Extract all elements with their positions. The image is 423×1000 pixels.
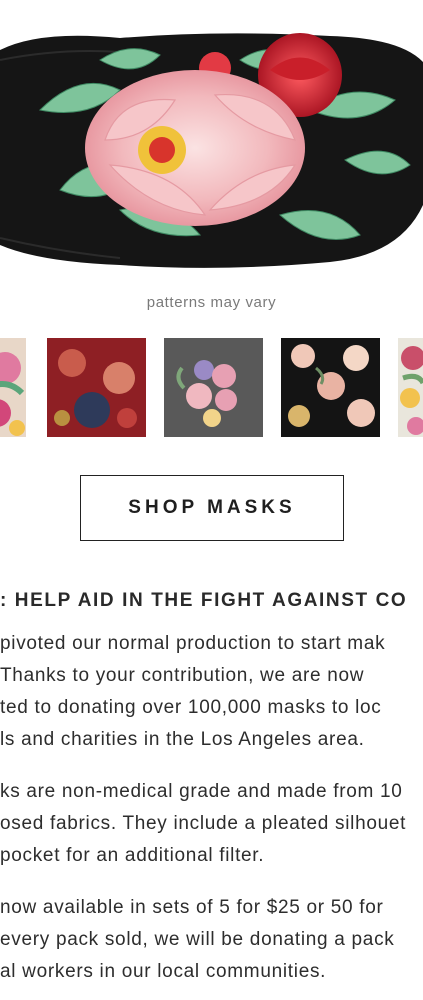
paragraph-3: now available in sets of 5 for $25 or 50… [0, 892, 394, 988]
paragraph-2-line-3: pocket for an additional filter. [0, 845, 265, 866]
paragraph-1-line-2: Thanks to your contribution, we are now [0, 665, 365, 686]
pattern-thumbnail-1[interactable] [0, 338, 26, 437]
paragraph-2: ks are non-medical grade and made from 1… [0, 776, 406, 872]
paragraph-3-line-2: every pack sold, we will be donating a p… [0, 929, 395, 950]
pattern-thumbnail-4[interactable] [281, 338, 380, 437]
paragraph-1: pivoted our normal production to start m… [0, 628, 385, 756]
paragraph-3-line-3: al workers in our local communities. [0, 961, 327, 982]
pattern-thumbnail-5[interactable] [398, 338, 423, 437]
paragraph-2-line-1: ks are non-medical grade and made from 1… [0, 781, 403, 802]
pattern-thumbnail-2[interactable] [47, 338, 146, 437]
floral-peony-mask-image [0, 33, 423, 268]
product-hero-image [0, 0, 423, 280]
section-heading: : HELP AID IN THE FIGHT AGAINST CO [0, 590, 408, 611]
shop-masks-button[interactable]: SHOP MASKS [80, 475, 344, 541]
pattern-thumbnail-3[interactable] [164, 338, 263, 437]
paragraph-1-line-3: ted to donating over 100,000 masks to lo… [0, 697, 382, 718]
paragraph-2-line-2: osed fabrics. They include a pleated sil… [0, 813, 407, 834]
paragraph-1-line-1: pivoted our normal production to start m… [0, 633, 386, 654]
paragraph-1-line-4: ls and charities in the Los Angeles area… [0, 729, 365, 750]
patterns-caption: patterns may vary [146, 294, 277, 311]
pattern-thumbnail-strip[interactable] [0, 338, 423, 438]
paragraph-3-line-1: now available in sets of 5 for $25 or 50… [0, 897, 384, 918]
